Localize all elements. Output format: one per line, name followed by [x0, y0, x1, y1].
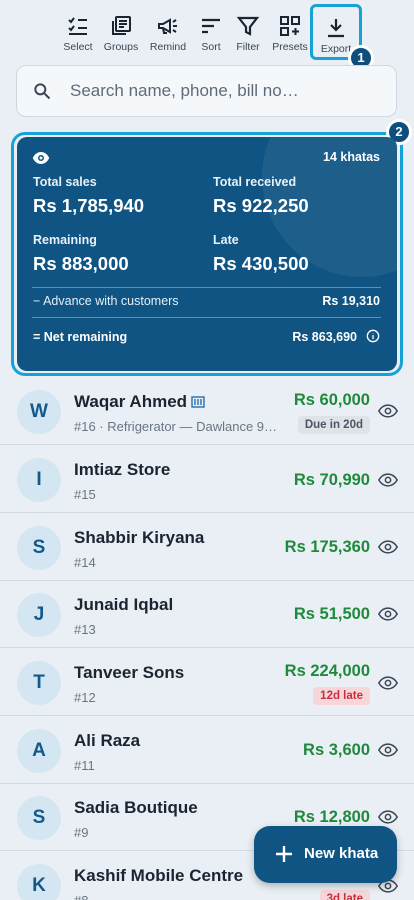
customer-amount: Rs 12,800: [293, 808, 370, 826]
remind-button[interactable]: Remind: [144, 6, 192, 56]
net-remaining-label: = Net remaining: [33, 330, 128, 344]
eye-icon[interactable]: [378, 810, 398, 824]
customer-row[interactable]: S Shabbir Kiryana #14 Rs 175,360: [0, 514, 414, 581]
presets-button[interactable]: Presets: [266, 6, 314, 56]
customer-amount: Rs 224,000: [284, 662, 370, 680]
download-icon: [328, 19, 344, 38]
net-remaining-value: Rs 863,690: [292, 330, 357, 344]
select-label: Select: [63, 41, 93, 53]
customer-name: Shabbir Kiryana: [74, 528, 205, 547]
avatar: T: [17, 661, 61, 705]
customer-amount: Rs 70,990: [293, 471, 370, 489]
advance-label: − Advance with customers: [33, 294, 179, 308]
late-badge: 12d late: [313, 687, 370, 705]
checklist-icon: [68, 17, 87, 35]
customer-detail: #13: [74, 622, 96, 637]
customer-amount: Rs 51,500: [293, 605, 370, 623]
divider: [32, 287, 381, 288]
filter-icon: [236, 16, 260, 36]
eye-icon[interactable]: [32, 151, 50, 165]
avatar: J: [17, 593, 61, 637]
eye-icon[interactable]: [378, 404, 398, 418]
summary-card: 14 khatas Total sales Rs 1,785,940 Total…: [17, 137, 397, 371]
khata-count: 14 khatas: [323, 150, 380, 164]
late-label: Late: [213, 233, 239, 247]
customer-name: Junaid Iqbal: [74, 595, 174, 614]
remaining-label: Remaining: [33, 233, 97, 247]
late-value: Rs 430,500: [213, 253, 309, 274]
groups-icon: [112, 16, 131, 35]
customer-detail: #8: [74, 893, 88, 900]
megaphone-icon: [158, 18, 177, 34]
filter-button[interactable]: Filter: [224, 6, 272, 56]
customer-detail: #16 · Refrigerator — Dawlance 9…: [74, 419, 278, 434]
plus-icon: [276, 846, 292, 862]
filter-label: Filter: [236, 41, 260, 53]
eye-icon[interactable]: [378, 743, 398, 757]
customer-row[interactable]: I Imtiaz Store #15 Rs 70,990: [0, 446, 414, 513]
customer-detail: #15: [74, 487, 96, 502]
customer-name: Ali Raza: [74, 731, 141, 750]
customer-amount: Rs 175,360: [284, 538, 370, 556]
customer-name: Imtiaz Store: [74, 460, 171, 479]
eye-icon[interactable]: [378, 607, 398, 621]
total-sales-value: Rs 1,785,940: [33, 195, 145, 216]
customer-amount: Rs 60,000: [293, 391, 370, 409]
late-badge: 3d late: [319, 890, 370, 900]
new-khata-label: New khata: [304, 845, 379, 862]
avatar: A: [17, 729, 61, 773]
avatar: W: [17, 390, 61, 434]
remind-label: Remind: [149, 41, 187, 53]
customer-name: Sadia Boutique: [74, 798, 198, 817]
due-badge: Due in 20d: [297, 416, 370, 434]
avatar: I: [17, 458, 61, 502]
groups-label: Groups: [103, 41, 139, 53]
customer-row[interactable]: A Ali Raza #11 Rs 3,600: [0, 717, 414, 784]
customer-name: Kashif Mobile Centre: [74, 866, 244, 885]
info-icon[interactable]: [366, 329, 380, 343]
total-received-label: Total received: [213, 175, 297, 189]
sort-icon: [202, 18, 220, 34]
customer-name: Tanveer Sons: [74, 663, 185, 682]
select-button[interactable]: Select: [54, 6, 102, 56]
customer-row[interactable]: W Waqar Ahmed #16 · Refrigerator — Dawla…: [0, 378, 414, 445]
presets-icon: [280, 16, 300, 36]
avatar: S: [17, 796, 61, 840]
customer-detail: #9: [74, 825, 89, 840]
customer-amount: Rs 3,600: [303, 741, 370, 759]
avatar: S: [17, 526, 61, 570]
bill-icon: [191, 396, 205, 408]
customer-detail: #14: [74, 555, 96, 570]
search-input[interactable]: [70, 66, 380, 116]
customer-row[interactable]: J Junaid Iqbal #13 Rs 51,500: [0, 581, 414, 648]
eye-icon[interactable]: [378, 676, 398, 690]
customer-row[interactable]: T Tanveer Sons #12 Rs 224,000 12d late: [0, 649, 414, 716]
remaining-value: Rs 883,000: [33, 253, 129, 274]
total-sales-label: Total sales: [33, 175, 97, 189]
eye-icon[interactable]: [378, 540, 398, 554]
groups-button[interactable]: Groups: [97, 6, 145, 56]
divider: [32, 317, 381, 318]
eye-icon[interactable]: [378, 473, 398, 487]
advance-value: Rs 19,310: [322, 294, 380, 308]
search-bar: [16, 65, 397, 117]
customer-name: Waqar Ahmed: [74, 392, 188, 411]
presets-label: Presets: [272, 41, 308, 53]
customer-detail: #12: [74, 690, 96, 705]
total-received-value: Rs 922,250: [213, 195, 309, 216]
search-icon: [34, 83, 51, 100]
customer-detail: #11: [74, 758, 95, 773]
new-khata-button[interactable]: New khata: [254, 826, 397, 883]
avatar: K: [17, 864, 61, 900]
